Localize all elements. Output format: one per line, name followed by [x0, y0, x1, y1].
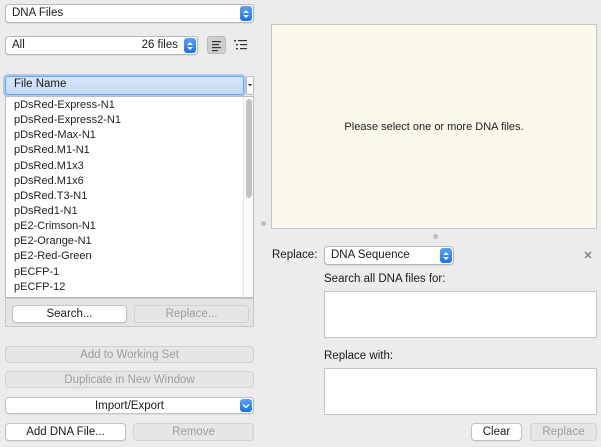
- source-popup-label: DNA Files: [12, 7, 64, 19]
- file-list-item[interactable]: pDsRed-Express-N1: [6, 98, 243, 113]
- list-scrollbar[interactable]: [243, 97, 253, 297]
- vertical-split-handle[interactable]: [261, 221, 266, 226]
- chevron-down-icon: [248, 84, 252, 87]
- file-list-rows: pDsRed-Express-N1 pDsRed-Express2-N1 pDsRe…: [6, 98, 243, 295]
- filter-label: All: [12, 39, 25, 51]
- file-list-item[interactable]: pDsRed-Max-N1: [6, 128, 243, 143]
- import-export-label: Import/Export: [94, 400, 165, 412]
- clear-button[interactable]: Clear: [471, 423, 522, 441]
- file-list-item[interactable]: pDsRed1-N1: [6, 204, 243, 219]
- file-list-item[interactable]: pDsRed.M1-N1: [6, 143, 243, 158]
- list-view-icon: [212, 41, 221, 52]
- search-button[interactable]: Search...: [12, 305, 127, 323]
- outline-view-toggle[interactable]: [231, 36, 250, 54]
- outline-view-icon: [234, 40, 247, 50]
- list-view-toggle[interactable]: [207, 36, 226, 54]
- file-list-item[interactable]: pDsRed.T3-N1: [6, 189, 243, 204]
- column-header-file-name: File Name: [14, 78, 67, 90]
- file-list-item[interactable]: pE2-Crimson-N1: [6, 219, 243, 234]
- duplicate-in-new-window-button[interactable]: Duplicate in New Window: [5, 371, 254, 388]
- scrollbar-thumb[interactable]: [246, 99, 252, 198]
- file-list-item[interactable]: pDsRed.M1x6: [6, 174, 243, 189]
- file-list-item[interactable]: pDsRed.M1x3: [6, 159, 243, 174]
- search-text-field[interactable]: [324, 291, 597, 338]
- add-to-working-set-button[interactable]: Add to Working Set: [5, 346, 254, 363]
- import-export-button[interactable]: Import/Export: [5, 397, 254, 414]
- replace-mode-label: Replace:: [272, 249, 318, 261]
- file-list-item[interactable]: pE2-Red-Green: [6, 249, 243, 264]
- close-icon[interactable]: [582, 249, 594, 261]
- remove-button[interactable]: Remove: [133, 423, 254, 441]
- file-list-item[interactable]: pE2-Orange-N1: [6, 234, 243, 249]
- replace-files-button[interactable]: Replace...: [134, 305, 249, 323]
- popup-stepper-icon: [440, 248, 452, 263]
- source-popup[interactable]: DNA Files: [5, 4, 254, 23]
- file-list-item[interactable]: pECFP-1: [6, 265, 243, 280]
- preview-pane: Please select one or more DNA files.: [271, 24, 597, 229]
- replace-text-field[interactable]: [324, 368, 597, 415]
- file-list-item[interactable]: pECFP-12: [6, 280, 243, 295]
- replace-field-label: Replace with:: [324, 350, 394, 362]
- preview-message: Please select one or more DNA files.: [344, 120, 524, 133]
- list-buttons-panel: Search... Replace...: [5, 298, 254, 327]
- replace-mode-popup[interactable]: DNA Sequence: [324, 246, 454, 265]
- replace-button[interactable]: Replace: [530, 423, 597, 441]
- file-count: 26 files: [141, 39, 178, 51]
- popup-stepper-icon: [240, 6, 252, 21]
- replace-mode-value: DNA Sequence: [331, 249, 410, 261]
- file-list[interactable]: pDsRed-Express-N1 pDsRed-Express2-N1 pDsRe…: [5, 96, 254, 298]
- file-list-item[interactable]: pDsRed-Express2-N1: [6, 113, 243, 128]
- search-field-label: Search all DNA files for:: [324, 273, 446, 285]
- horizontal-split-handle[interactable]: [433, 234, 438, 239]
- chevron-down-icon: [240, 399, 252, 412]
- add-dna-file-button[interactable]: Add DNA File...: [5, 423, 126, 441]
- column-options-button[interactable]: [246, 76, 254, 95]
- popup-stepper-icon: [184, 38, 196, 53]
- filter-popup[interactable]: All 26 files: [5, 36, 198, 55]
- list-header[interactable]: File Name: [5, 76, 244, 95]
